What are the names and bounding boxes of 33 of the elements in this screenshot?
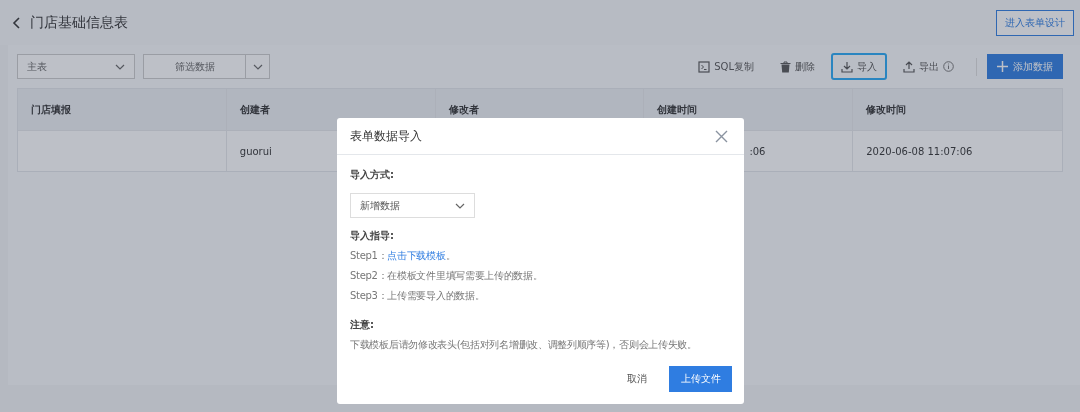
info-icon (943, 61, 954, 72)
chevron-down-icon (115, 63, 125, 70)
add-data-button[interactable]: 添加数据 (987, 54, 1063, 79)
download-template-link[interactable]: 点击下载模板 (387, 250, 446, 261)
plus-icon (997, 61, 1008, 72)
back-icon[interactable] (12, 16, 20, 29)
note-text: 下载模板后请勿修改表头(包括对列名增删改、调整列顺序等)，否则会上传失败。 (350, 338, 698, 352)
table-cell-text: 2020-06-08 11:07:06 (865, 144, 974, 159)
form-design-button[interactable]: 进入表单设计 (996, 9, 1074, 36)
import-method-select[interactable]: 新增数据 (350, 193, 475, 218)
close-icon[interactable] (715, 129, 728, 143)
step-text: Step2：在模板文件里填写需要上传的数据。 (350, 269, 544, 283)
filter-select[interactable]: 筛选数据 (143, 54, 270, 79)
terminal-icon (698, 60, 711, 73)
toolbar-action[interactable]: 导出 (893, 53, 964, 80)
step-text: Step1：点击下载模板。 (350, 249, 457, 263)
toolbar-action[interactable]: 导入 (831, 53, 887, 80)
trash-icon (780, 60, 791, 73)
column-header: 修改时间 (865, 102, 908, 117)
download-icon (841, 60, 853, 73)
page-title: 门店基础信息表 (30, 13, 128, 32)
chevron-down-icon (252, 63, 263, 70)
step-text: Step3：上传需要导入的数据。 (350, 289, 486, 303)
section-label: 注意: (350, 318, 375, 332)
cancel-button[interactable]: 取消 (617, 366, 657, 392)
field-label: 导入方式: (350, 168, 395, 182)
chevron-down-icon (455, 202, 465, 209)
section-label: 导入指导: (350, 229, 395, 243)
toolbar-action[interactable]: SQL复制 (688, 53, 764, 80)
toolbar-action[interactable]: 删除 (770, 53, 825, 80)
upload-icon (903, 60, 915, 73)
upload-file-button[interactable]: 上传文件 (669, 366, 732, 392)
table-select[interactable]: 主表 (17, 54, 135, 79)
